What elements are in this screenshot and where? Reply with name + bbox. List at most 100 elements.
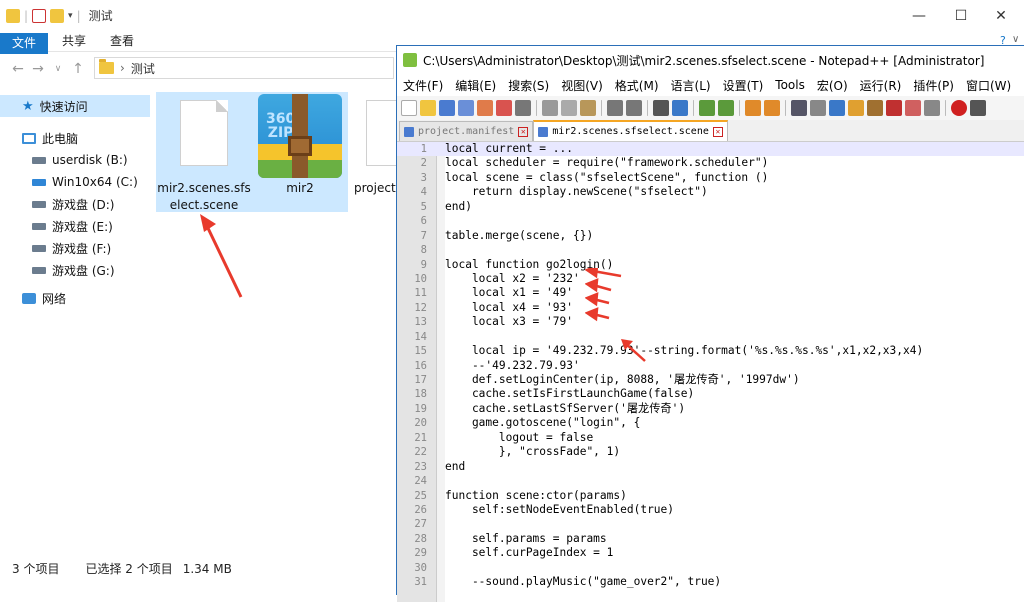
close-tab-icon[interactable]: ✕: [518, 126, 529, 137]
address-bar[interactable]: › 测试: [94, 57, 394, 79]
line-number: 4: [420, 186, 427, 199]
close-tab-icon[interactable]: ✕: [712, 126, 723, 137]
menu-macro[interactable]: 宏(O): [811, 77, 854, 94]
close-file-icon[interactable]: [477, 100, 493, 116]
up-icon[interactable]: ↑: [68, 61, 88, 77]
word-wrap-icon[interactable]: [791, 100, 807, 116]
line-text: self.params = params: [445, 531, 607, 545]
save-icon[interactable]: [439, 100, 455, 116]
line-number: 1: [420, 143, 427, 155]
nav-this-pc[interactable]: 此电脑: [0, 127, 150, 149]
code-line: 28 self.params = params: [397, 532, 1024, 546]
window-title: 测试: [88, 9, 113, 23]
copy-icon[interactable]: [561, 100, 577, 116]
replace-icon[interactable]: [672, 100, 688, 116]
record-macro-icon[interactable]: [951, 100, 967, 116]
code-line: 11 local x1 = '49': [397, 286, 1024, 300]
save-all-icon[interactable]: [458, 100, 474, 116]
file-item[interactable]: 360 ZIP mir2: [252, 92, 348, 212]
code-line: 21 logout = false: [397, 431, 1024, 445]
drive-icon: [32, 200, 46, 208]
menu-file[interactable]: 文件(F): [397, 77, 449, 94]
menu-format[interactable]: 格式(M): [609, 77, 665, 94]
menu-run[interactable]: 运行(R): [854, 77, 908, 94]
code-line: 31 --sound.playMusic("game_over2", true): [397, 575, 1024, 589]
file-item[interactable]: mir2.scenes.sfs elect.scene: [156, 92, 252, 212]
line-text: game.gotoscene("login", {: [445, 416, 641, 430]
item-count: 3 个项目: [12, 562, 60, 576]
nav-drive[interactable]: 游戏盘 (E:): [0, 215, 150, 237]
show-all-chars-icon[interactable]: [810, 100, 826, 116]
new-file-icon[interactable]: [401, 100, 417, 116]
find-icon[interactable]: [653, 100, 669, 116]
properties-icon[interactable]: [32, 8, 47, 23]
close-button[interactable]: ✕: [978, 0, 1024, 31]
indent-guide-icon[interactable]: [829, 100, 845, 116]
nav-quick-access[interactable]: ★ 快速访问: [0, 95, 150, 117]
doc-map-icon[interactable]: [867, 100, 883, 116]
tab-file[interactable]: 文件: [0, 33, 48, 54]
line-number: 11: [414, 287, 427, 300]
line-text: local function go2login(): [445, 257, 614, 271]
folder-as-workspace-icon[interactable]: [905, 100, 921, 116]
tab-view[interactable]: 查看: [98, 31, 146, 52]
customize-dropdown-icon[interactable]: ▾: [68, 11, 73, 21]
menu-edit[interactable]: 编辑(E): [449, 77, 502, 94]
redo-icon[interactable]: [626, 100, 642, 116]
nav-drive[interactable]: 游戏盘 (G:): [0, 259, 150, 281]
code-line: 23 end: [397, 460, 1024, 474]
nav-drive[interactable]: 游戏盘 (F:): [0, 237, 150, 259]
nav-drive[interactable]: Win10x64 (C:): [0, 171, 150, 193]
stop-macro-icon[interactable]: [970, 100, 986, 116]
ribbon-expand-icon[interactable]: ∨: [1012, 34, 1019, 45]
menu-settings[interactable]: 设置(T): [717, 77, 770, 94]
line-text: cache.setIsFirstLaunchGame(false): [445, 387, 695, 401]
code-line: 8: [397, 243, 1024, 257]
chevron-right-icon: ›: [120, 61, 125, 75]
line-number: 7: [420, 229, 427, 242]
zoom-in-icon[interactable]: [699, 100, 715, 116]
menu-plugins[interactable]: 插件(P): [907, 77, 960, 94]
sync-vertical-icon[interactable]: [745, 100, 761, 116]
menu-view[interactable]: 视图(V): [555, 77, 609, 94]
menu-tools[interactable]: Tools: [769, 78, 811, 92]
drive-icon: [32, 266, 46, 274]
forward-icon[interactable]: →: [28, 61, 48, 77]
menu-search[interactable]: 搜索(S): [502, 77, 555, 94]
paste-icon[interactable]: [580, 100, 596, 116]
menu-help[interactable]: ?: [1017, 78, 1024, 92]
code-line: 6: [397, 214, 1024, 228]
minimize-button[interactable]: —: [896, 0, 942, 31]
line-number: 30: [414, 561, 427, 574]
udl-icon[interactable]: [848, 100, 864, 116]
recent-dropdown-icon[interactable]: ∨: [48, 64, 68, 74]
monitoring-icon[interactable]: [924, 100, 940, 116]
undo-icon[interactable]: [607, 100, 623, 116]
code-line: 17 def.setLoginCenter(ip, 8088, '屠龙传奇', …: [397, 373, 1024, 387]
line-text: local x3 = '79': [445, 315, 573, 329]
close-all-icon[interactable]: [496, 100, 512, 116]
back-icon[interactable]: ←: [8, 61, 28, 77]
menu-window[interactable]: 窗口(W): [960, 77, 1017, 94]
open-file-icon[interactable]: [420, 100, 436, 116]
tab-share[interactable]: 共享: [50, 31, 98, 52]
code-line: 10 local x2 = '232': [397, 272, 1024, 286]
code-line: 27: [397, 517, 1024, 531]
print-icon[interactable]: [515, 100, 531, 116]
nav-network[interactable]: 网络: [0, 287, 150, 309]
line-number: 31: [414, 576, 427, 589]
tab-project-manifest[interactable]: project.manifest ✕: [399, 121, 534, 141]
selection-size: 1.34 MB: [182, 561, 232, 576]
line-number: 10: [414, 272, 427, 285]
new-folder-icon[interactable]: [50, 8, 65, 23]
nav-drive[interactable]: userdisk (B:): [0, 149, 150, 171]
sync-horizontal-icon[interactable]: [764, 100, 780, 116]
tab-mir2-scene[interactable]: mir2.scenes.sfselect.scene ✕: [533, 120, 728, 141]
code-editor[interactable]: 1 local current = ... 2 local scheduler = r…: [397, 142, 1024, 602]
nav-drive[interactable]: 游戏盘 (D:): [0, 193, 150, 215]
notepadpp-window: C:\Users\Administrator\Desktop\测试\mir2.s…: [396, 45, 1024, 602]
cut-icon[interactable]: [542, 100, 558, 116]
function-list-icon[interactable]: [886, 100, 902, 116]
zoom-out-icon[interactable]: [718, 100, 734, 116]
menu-language[interactable]: 语言(L): [665, 77, 717, 94]
